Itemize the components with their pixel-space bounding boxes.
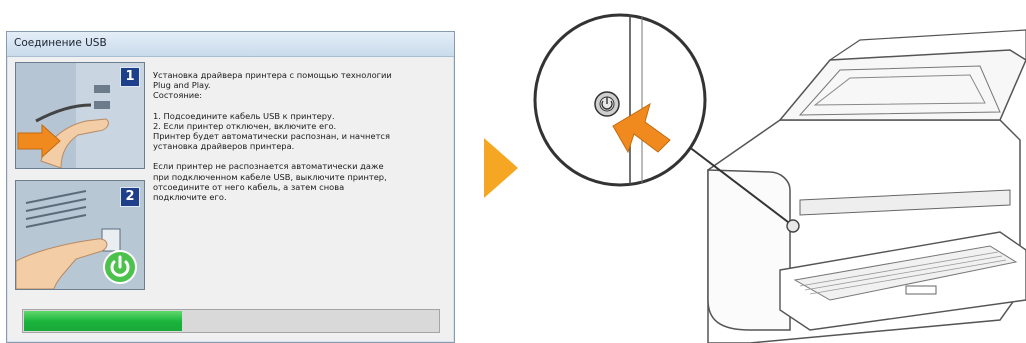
power-button-icon [786,219,800,233]
step2-illustration: 2 [15,180,145,290]
note-line: Если принтер не распознается автоматичес… [153,161,384,172]
progress-fill [24,311,183,331]
step-item: установка драйверов принтера. [153,141,295,152]
step-item: Принтер будет автоматически распознан, и… [153,131,390,142]
step-item: 2. Если принтер отключен, включите его. [153,120,337,131]
step1-number: 1 [120,67,140,87]
step-item: 1. Подсоедините кабель USB к принтеру. [153,110,335,121]
step2-number: 2 [120,187,140,207]
step1-illustration: 1 [15,62,145,169]
progress-bar [22,309,440,333]
dialog-titlebar: Соединение USB [7,32,454,57]
note-line: при подключенном кабеле USB, выключите п… [153,171,387,182]
note-line: подключите его. [153,192,227,203]
power-icon [103,250,137,284]
usb-connection-dialog: Соединение USB 1 2 Установка драйвера пр… [6,31,455,343]
printer-illustration [533,13,1026,343]
dialog-title: Соединение USB [14,37,107,49]
status-label: Состояние: [153,90,203,101]
intro-line: Plug and Play. [153,80,211,91]
next-arrow-icon [484,138,518,198]
intro-line: Установка драйвера принтера с помощью те… [153,70,392,80]
note-line: отсоедините от него кабель, а затем снов… [153,181,345,192]
instruction-text: Установка драйвера принтера с помощью те… [153,70,451,202]
